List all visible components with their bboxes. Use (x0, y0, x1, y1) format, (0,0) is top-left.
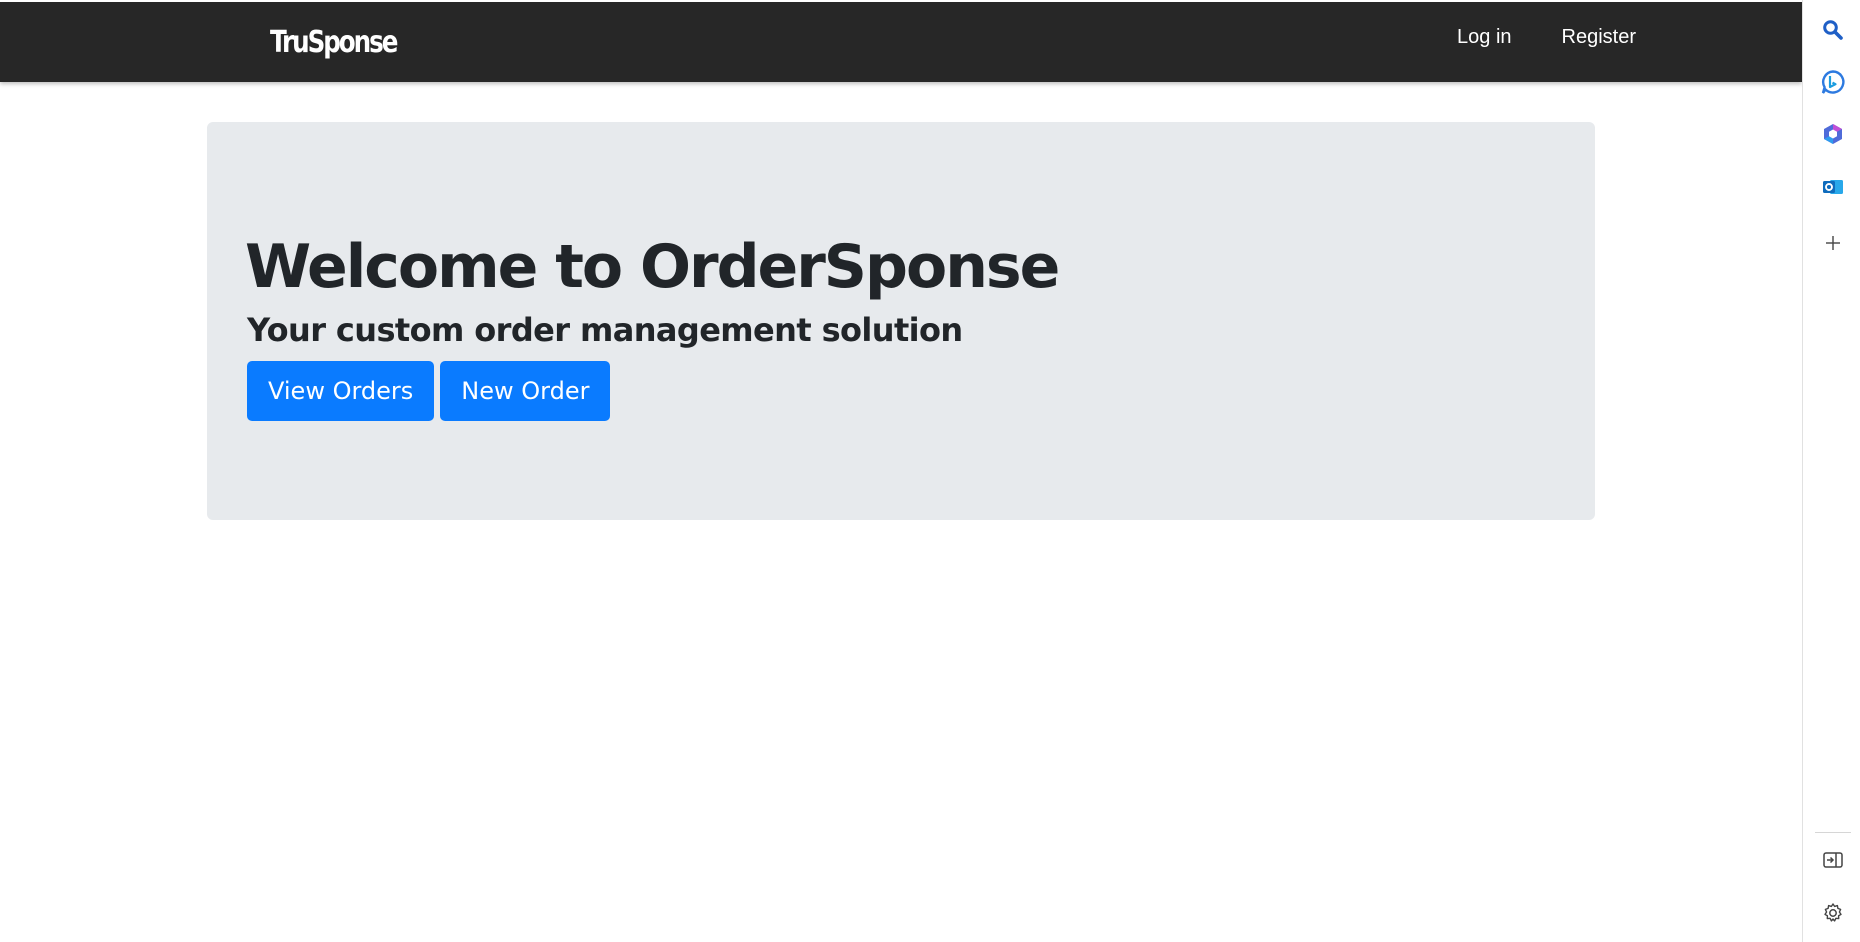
outlook-icon[interactable] (1820, 174, 1846, 200)
page: TruSponse Log in Register Welcome to Ord… (0, 0, 1860, 942)
hide-sidebar-icon[interactable] (1820, 847, 1846, 873)
view-orders-button[interactable]: View Orders (247, 361, 435, 421)
sidebar-divider (1815, 832, 1851, 833)
hero-jumbotron: Welcome to OrderSponse Your custom order… (207, 122, 1595, 520)
nav-links: Log in Register (1457, 22, 1636, 52)
new-order-button[interactable]: New Order (440, 361, 611, 421)
bing-chat-icon[interactable] (1820, 69, 1846, 95)
login-link[interactable]: Log in (1457, 22, 1512, 52)
add-icon[interactable] (1820, 230, 1846, 256)
hero-subtitle: Your custom order management solution (247, 311, 963, 349)
hero-actions: View Orders New Order (247, 361, 611, 421)
register-link[interactable]: Register (1562, 22, 1636, 52)
hero-title: Welcome to OrderSponse (245, 232, 1060, 302)
settings-icon[interactable] (1820, 900, 1846, 926)
brand-logo[interactable]: TruSponse (270, 21, 398, 65)
browser-sidebar (1802, 0, 1860, 942)
office-icon[interactable] (1820, 121, 1846, 147)
top-navbar: TruSponse Log in Register (0, 0, 1802, 82)
search-icon[interactable] (1820, 17, 1846, 43)
